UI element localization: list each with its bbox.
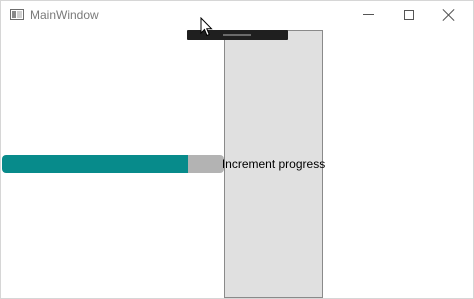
increment-progress-button[interactable]: Increment progress [221,30,326,298]
debug-toolbar-icon[interactable] [223,34,251,36]
maximize-icon [404,10,414,20]
window-title: MainWindow [30,8,99,22]
title-bar[interactable]: MainWindow [1,1,473,29]
minimize-icon [363,14,374,15]
mouse-pointer-icon [200,17,213,37]
minimize-button[interactable] [348,1,388,29]
close-button[interactable] [428,1,468,29]
progress-bar [2,155,224,173]
app-window-icon [10,9,24,20]
progress-bar-fill [2,155,189,173]
maximize-button[interactable] [388,1,428,29]
close-icon [442,8,456,22]
main-window: MainWindow Increment progress [0,0,474,299]
increment-progress-label: Increment progress [221,157,326,171]
